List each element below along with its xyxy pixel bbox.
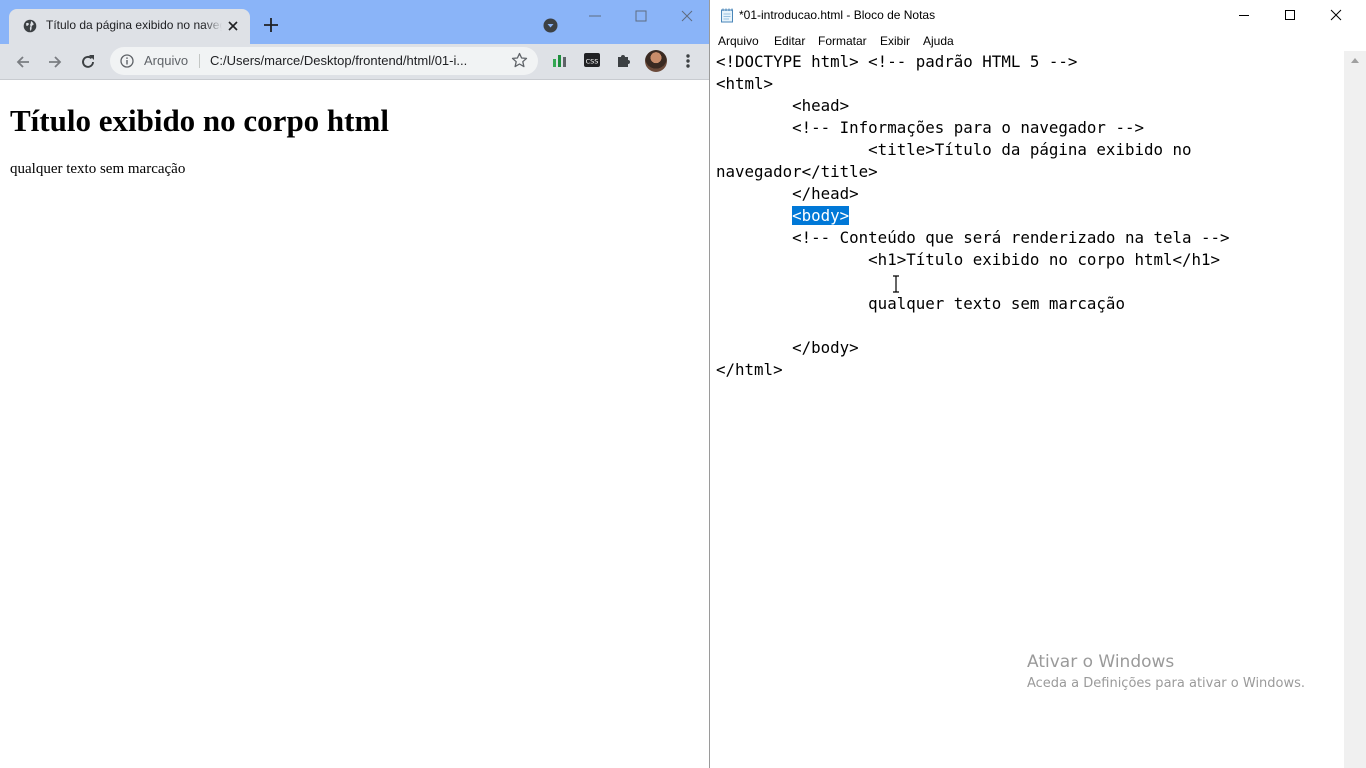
code-line: navegador</title> [716,162,878,181]
more-menu-icon[interactable] [680,52,696,70]
code-line: <html> [716,74,774,93]
address-bar[interactable]: Arquivo C:/Users/marce/Desktop/frontend/… [110,47,538,75]
close-icon [1330,9,1342,21]
tab-title: Título da página exibido no navegador [46,18,222,32]
menu-ajuda[interactable]: Ajuda [923,34,954,48]
text-cursor-icon [893,275,899,293]
menu-arquivo[interactable]: Arquivo [718,34,759,48]
new-tab-icon[interactable] [262,16,280,34]
minimize-icon[interactable] [585,6,605,26]
code-line: <!DOCTYPE html> <!-- padrão HTML 5 --> [716,52,1078,71]
browser-tab[interactable]: Título da página exibido no navegador [9,9,250,44]
code-line: </body> [716,338,859,357]
url-text[interactable]: C:/Users/marce/Desktop/frontend/html/01-… [210,53,500,68]
menu-formatar[interactable]: Formatar [818,34,867,48]
globe-icon [23,19,37,33]
omnibox-divider [199,54,200,68]
windows-activation-watermark: Ativar o Windows Aceda a Definições para… [1027,651,1305,695]
close-button[interactable] [1313,0,1359,31]
chrome-window: Título da página exibido no navegador [0,0,710,768]
notepad-title: *01-introducao.html - Bloco de Notas [739,8,936,22]
selected-text: <body> [792,206,850,225]
code-line: <h1>Título exibido no corpo html</h1> [716,250,1221,269]
bookmark-star-icon[interactable] [511,52,528,69]
watermark-subtitle: Aceda a Definições para ativar o Windows… [1027,676,1306,691]
puzzle-icon[interactable] [615,51,633,69]
reload-icon[interactable] [78,52,98,72]
notepad-titlebar: *01-introducao.html - Bloco de Notas [710,0,1366,31]
code-line: <head> [716,96,850,115]
tab-close-icon[interactable] [225,18,241,34]
code-line: <!-- Conteúdo que será renderizado na te… [716,228,1230,247]
menu-bar: Arquivo Editar Formatar Exibir Ajuda [710,31,1366,51]
maximize-icon [1285,10,1295,20]
code-line: </html> [716,360,783,379]
profile-avatar[interactable] [645,50,667,72]
minimize-button[interactable] [1221,0,1267,31]
code-line: <!-- Informações para o navegador --> [716,118,1144,137]
watermark-title: Ativar o Windows [1027,652,1175,672]
code-line: qualquer texto sem marcação [716,294,1125,313]
chart-extension-icon[interactable] [551,51,569,69]
menu-editar[interactable]: Editar [774,34,805,48]
code-text: <!DOCTYPE html> <!-- padrão HTML 5 --> <h… [716,51,1230,381]
back-icon[interactable] [13,52,33,72]
code-line: <title>Título da página exibido no [716,140,1192,159]
code-line: </head> [716,184,859,203]
page-paragraph: qualquer texto sem marcação [10,161,186,177]
page-viewport: Título exibido no corpo html qualquer te… [0,81,708,768]
code-line: <body> [716,205,1230,227]
menu-exibir[interactable]: Exibir [880,34,910,48]
tab-search-icon[interactable] [543,18,558,33]
maximize-button[interactable] [1267,0,1313,31]
notepad-icon [721,8,733,23]
page-heading: Título exibido no corpo html [10,103,389,138]
forward-icon[interactable] [45,52,65,72]
security-chip-label: Arquivo [144,53,189,68]
svg-text:CSS: CSS [586,58,599,66]
minimize-icon [1239,15,1249,16]
scroll-up-arrow-icon[interactable] [1351,57,1359,63]
css-extension-icon[interactable]: CSS [583,51,601,69]
vertical-scrollbar[interactable] [1344,51,1366,768]
maximize-icon[interactable] [631,6,651,26]
info-icon[interactable] [120,54,134,68]
close-window-icon[interactable] [677,6,697,26]
